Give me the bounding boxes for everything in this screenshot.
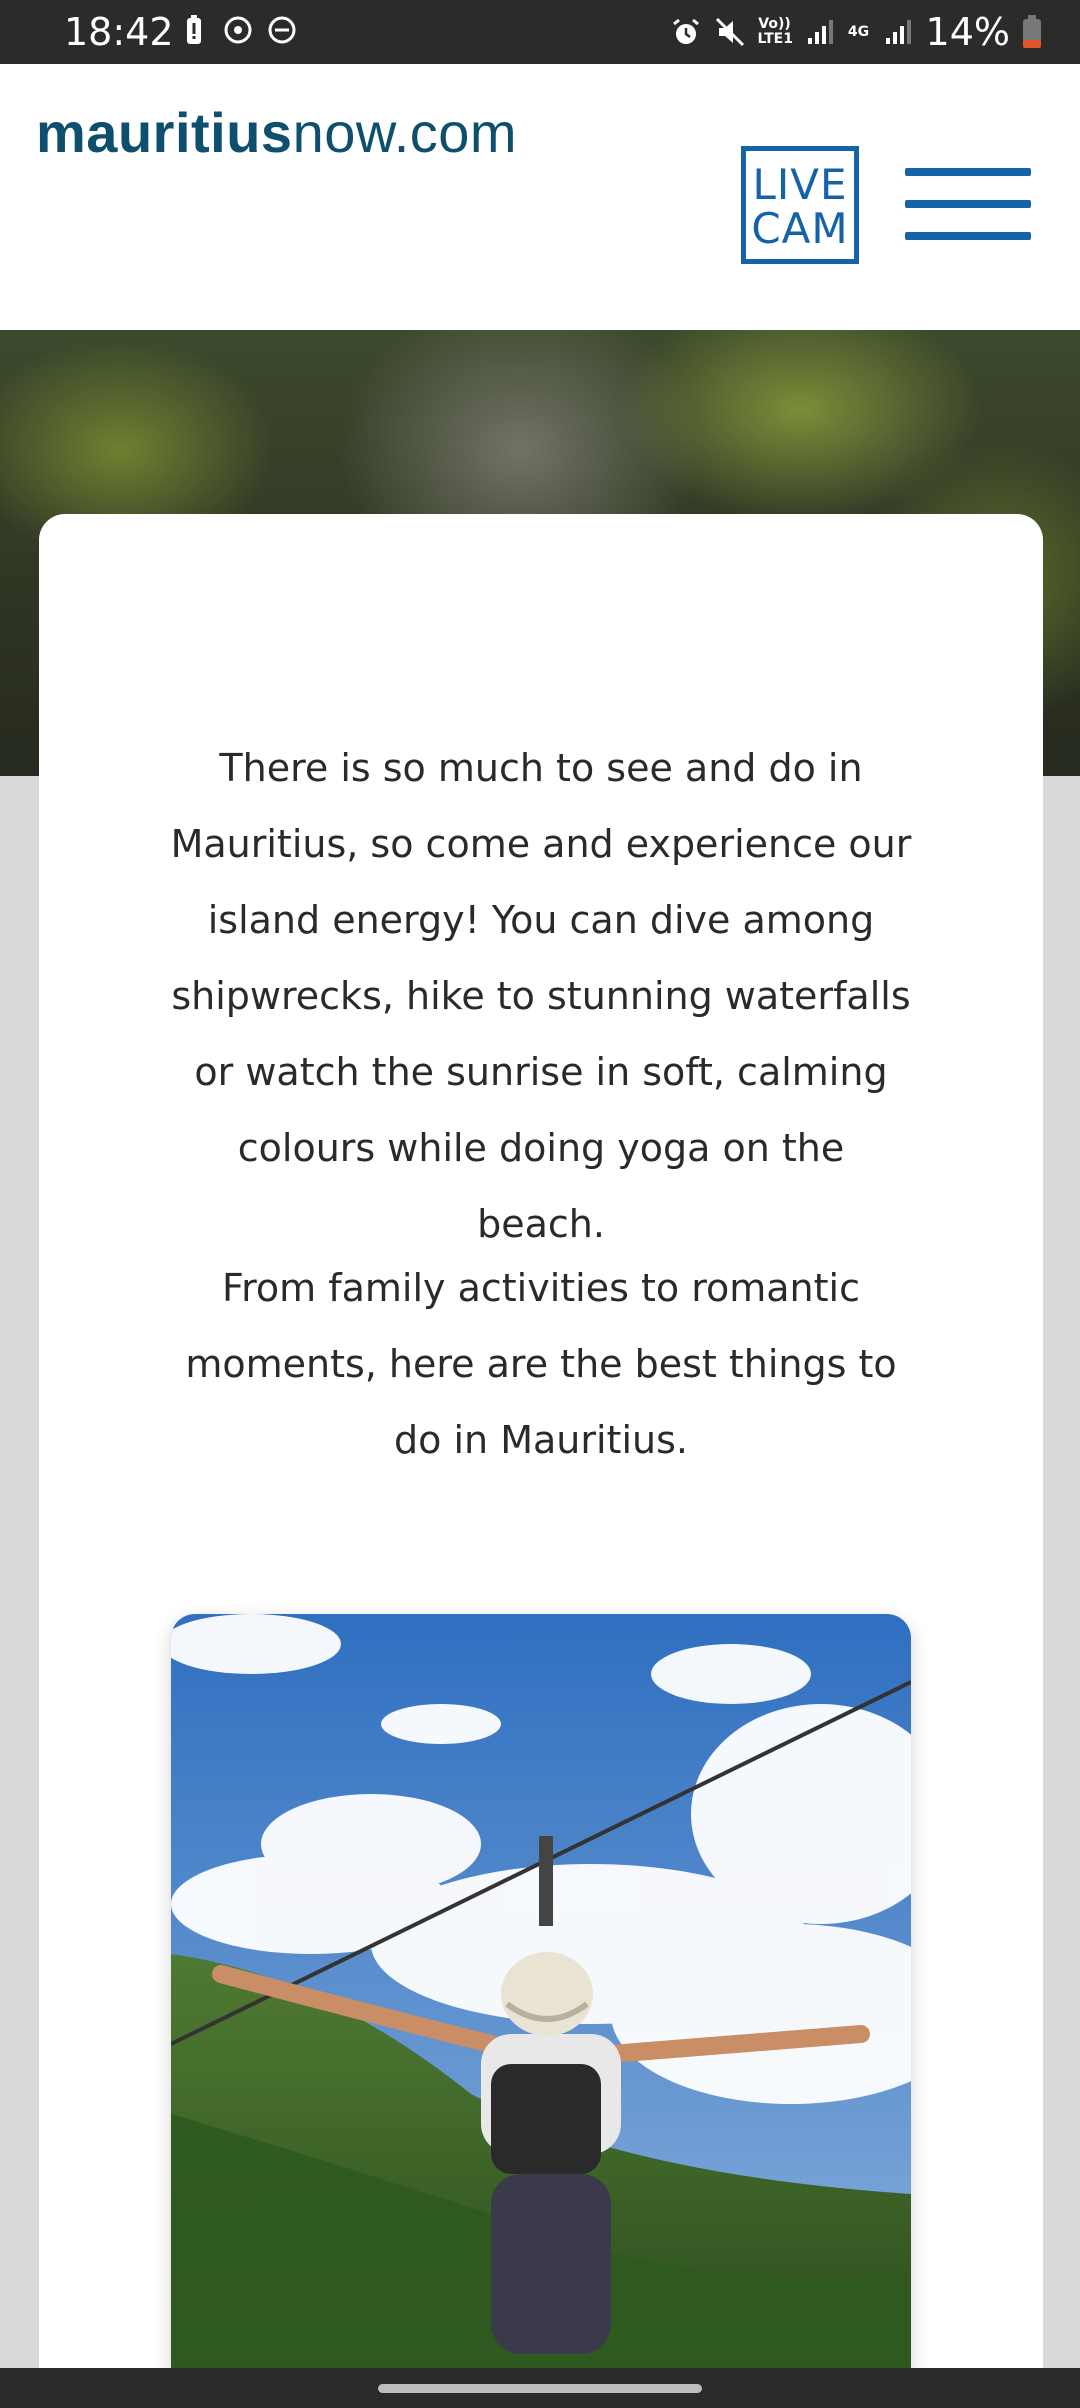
live-cam-line1: LIVE [752,160,848,209]
alarm-icon [672,18,699,44]
volte-indicator: Vo)) LTE1 [757,16,793,47]
status-bar: 18:42 Vo)) LTE1 4G 14% [0,0,1080,64]
status-right-icons: Vo)) LTE1 4G 14% [670,10,1042,54]
status-time: 18:42 [64,10,174,54]
zipline-photo[interactable] [171,1614,911,2408]
menu-line [905,232,1031,240]
menu-line [905,200,1031,208]
logo-bold-text: mauritius [36,101,293,164]
things-to-do-paragraph: From family activities to romantic momen… [185,1266,897,1462]
mute-icon [715,17,744,47]
live-cam-line2: CAM [751,204,849,253]
site-logo[interactable]: mauritiusnow.com [36,100,517,165]
sync-icon [224,16,252,44]
menu-line [905,168,1031,176]
content-card: There is so much to see and do in Maurit… [39,514,1043,2408]
home-gesture-handle[interactable] [378,2384,702,2393]
site-header: mauritiusnow.com LIVE CAM [0,64,1080,330]
logo-light-text: now.com [292,101,518,164]
status-left-icons [178,14,298,46]
live-cam-button[interactable]: LIVE CAM [741,146,859,264]
intro-paragraph: There is so much to see and do in Maurit… [170,746,912,1246]
battery-percent: 14% [925,10,1010,54]
do-not-disturb-icon [268,16,296,44]
signal-icon [885,20,911,44]
network-type: 4G [847,23,870,40]
signal-icon [807,20,833,44]
system-nav-bar [0,2368,1080,2408]
zipline-illustration [171,1614,911,2408]
hamburger-menu-icon[interactable] [905,168,1031,248]
battery-alert-icon [187,15,201,44]
battery-low-icon [1023,15,1041,48]
